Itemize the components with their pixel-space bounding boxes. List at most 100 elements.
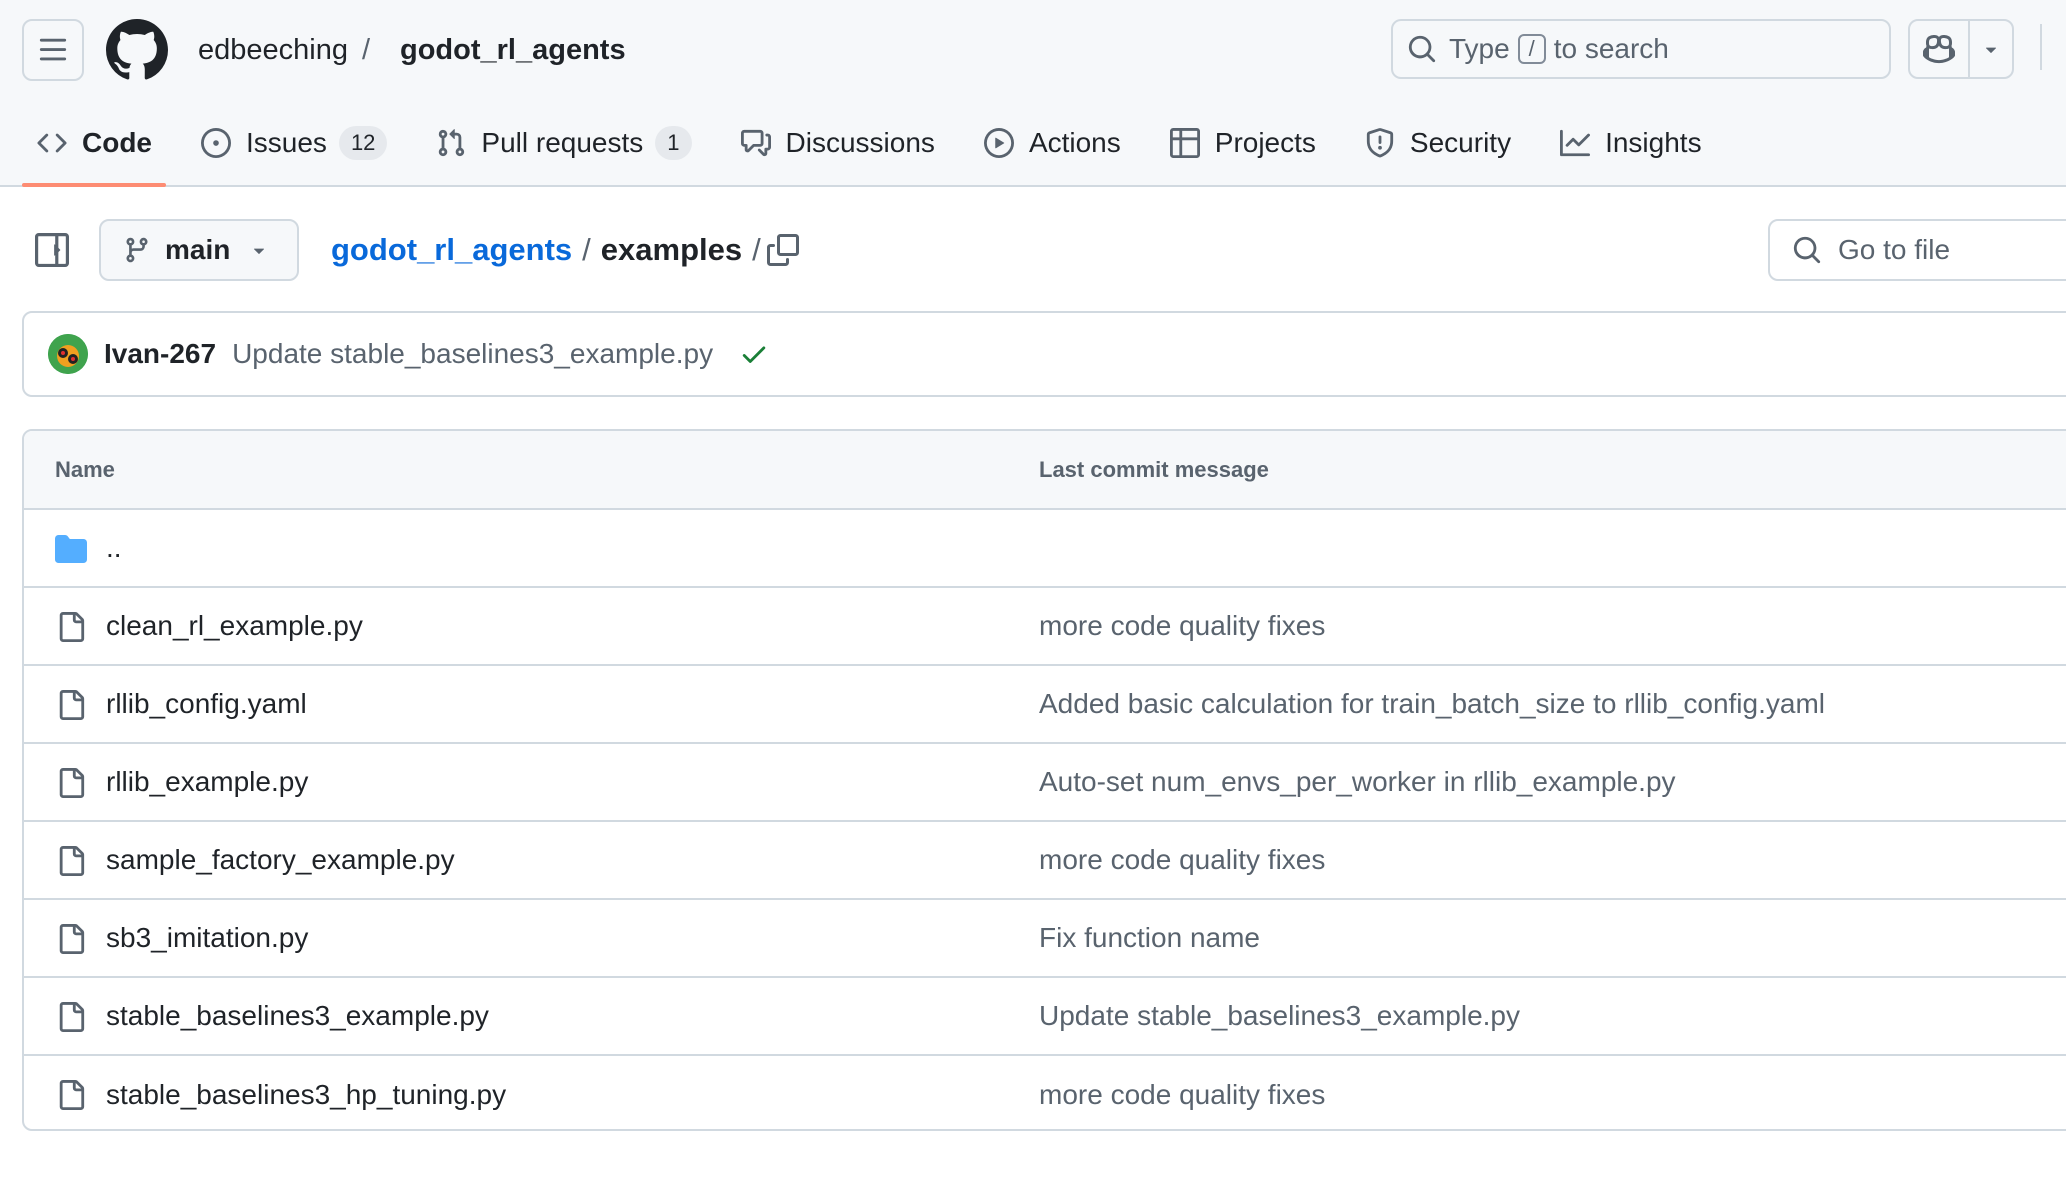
file-name-link[interactable]: sample_factory_example.py [106,844,455,876]
file-table: Name Last commit message .. clean_rl_exa… [22,429,2066,1131]
table-row: rllib_config.yaml Added basic calculatio… [24,666,2066,744]
sidebar-expand-button[interactable] [34,232,70,268]
go-to-file-input[interactable]: Go to file [1768,219,2066,281]
menu-button[interactable] [22,19,84,81]
tab-projects[interactable]: Projects [1155,110,1330,176]
shield-icon [1364,127,1396,159]
search-input[interactable]: Type / to search [1391,19,1891,79]
comment-discussion-icon [740,127,772,159]
table-row: sample_factory_example.py more code qual… [24,822,2066,900]
table-row: rllib_example.py Auto-set num_envs_per_w… [24,744,2066,822]
table-row: stable_baselines3_example.py Update stab… [24,978,2066,1056]
file-commit-message[interactable]: Fix function name [1039,922,1260,954]
path-separator: / [582,232,591,267]
search-shortcut-key: / [1517,34,1546,64]
file-name-link[interactable]: stable_baselines3_example.py [106,1000,489,1032]
triangle-down-icon [1985,47,1997,53]
folder-icon [54,532,88,566]
breadcrumb-repo[interactable]: godot_rl_agents [400,30,626,70]
file-commit-message[interactable]: more code quality fixes [1039,1079,1325,1111]
file-icon [54,922,88,956]
path-repo-link[interactable]: godot_rl_agents [331,230,572,270]
file-name-link[interactable]: stable_baselines3_hp_tuning.py [106,1079,506,1111]
path-trailing-separator: / [752,232,761,267]
breadcrumb-separator: / [362,34,371,66]
file-name-link[interactable]: clean_rl_example.py [106,610,363,642]
git-branch-icon [126,237,148,263]
copilot-icon [1923,34,1955,64]
tab-actions-label: Actions [1028,127,1121,158]
copilot-dropdown-button[interactable] [1970,21,2012,77]
graph-icon [1559,127,1591,159]
global-header: edbeeching / godot_rl_agents Type / to s… [0,0,2066,187]
search-suffix: to search [1553,33,1669,64]
pull-requests-count-badge: 1 [655,126,692,160]
tab-issues-label: Issues [246,127,327,158]
tab-issues[interactable]: Issues 12 [186,110,401,176]
tab-code[interactable]: Code [22,110,166,187]
file-icon [54,688,88,722]
table-header: Name Last commit message [24,431,2066,510]
repo-nav-tabs: Code Issues 12 Pull requests 1 Discussio… [22,110,1736,187]
table-icon [1169,127,1201,159]
go-to-file-placeholder: Go to file [1838,234,1951,265]
copilot-button[interactable] [1910,21,1970,77]
search-icon [1408,35,1436,63]
tab-projects-label: Projects [1214,127,1316,158]
file-commit-message[interactable]: Added basic calculation for train_batch_… [1039,688,1825,720]
github-logo-icon[interactable] [105,19,168,81]
breadcrumb-owner[interactable]: edbeeching [198,30,348,70]
tab-discussions[interactable]: Discussions [726,110,949,176]
parent-directory-row[interactable]: .. [24,510,2066,588]
table-row: clean_rl_example.py more code quality fi… [24,588,2066,666]
file-icon [54,766,88,800]
commit-message[interactable]: Update stable_baselines3_example.py [232,338,713,370]
tab-pull-requests[interactable]: Pull requests 1 [421,110,705,176]
commit-author[interactable]: Ivan-267 [104,338,216,370]
file-icon [54,844,88,878]
column-header-name: Name [55,456,115,482]
tab-actions[interactable]: Actions [969,110,1135,176]
issue-opened-icon [200,127,232,159]
code-icon [36,127,68,159]
path-current-dir: examples [600,232,743,267]
file-name-link[interactable]: rllib_example.py [106,766,308,798]
file-name-link[interactable]: rllib_config.yaml [106,688,307,720]
check-icon[interactable] [739,338,771,370]
file-name-link[interactable]: sb3_imitation.py [106,922,308,954]
git-pull-request-icon [435,127,467,159]
file-commit-message[interactable]: Auto-set num_envs_per_worker in rllib_ex… [1039,766,1676,798]
copy-icon [767,234,799,266]
table-row: sb3_imitation.py Fix function name [24,900,2066,978]
tab-insights[interactable]: Insights [1545,110,1716,176]
sidebar-expand-icon [35,233,69,267]
tab-discussions-label: Discussions [785,127,935,158]
avatar[interactable] [48,334,88,374]
search-prefix: Type [1449,33,1510,64]
tab-security-label: Security [1409,127,1512,158]
hamburger-icon [39,38,67,61]
file-icon [54,610,88,644]
column-header-message: Last commit message [1039,456,1269,482]
tab-code-label: Code [82,127,152,158]
parent-directory-link[interactable]: .. [106,532,122,564]
tab-pull-requests-label: Pull requests [481,127,644,158]
file-path-breadcrumb: godot_rl_agents / examples / [331,230,771,270]
play-icon [983,127,1015,159]
file-icon [54,1000,88,1034]
file-commit-message[interactable]: more code quality fixes [1039,844,1325,876]
triangle-down-icon [254,248,265,254]
file-icon [54,1078,88,1112]
table-row: stable_baselines3_hp_tuning.py more code… [24,1056,2066,1129]
tab-security[interactable]: Security [1350,110,1525,176]
file-commit-message[interactable]: more code quality fixes [1039,610,1325,642]
branch-label: main [165,234,231,265]
file-commit-message[interactable]: Update stable_baselines3_example.py [1039,1000,1520,1032]
latest-commit-bar: Ivan-267 Update stable_baselines3_exampl… [22,311,2066,397]
issues-count-badge: 12 [338,126,388,160]
header-divider [2040,24,2042,70]
copy-path-button[interactable] [763,230,803,270]
copilot-button-group [1908,19,2014,79]
branch-selector-button[interactable]: main [99,219,299,281]
tab-insights-label: Insights [1605,127,1702,158]
